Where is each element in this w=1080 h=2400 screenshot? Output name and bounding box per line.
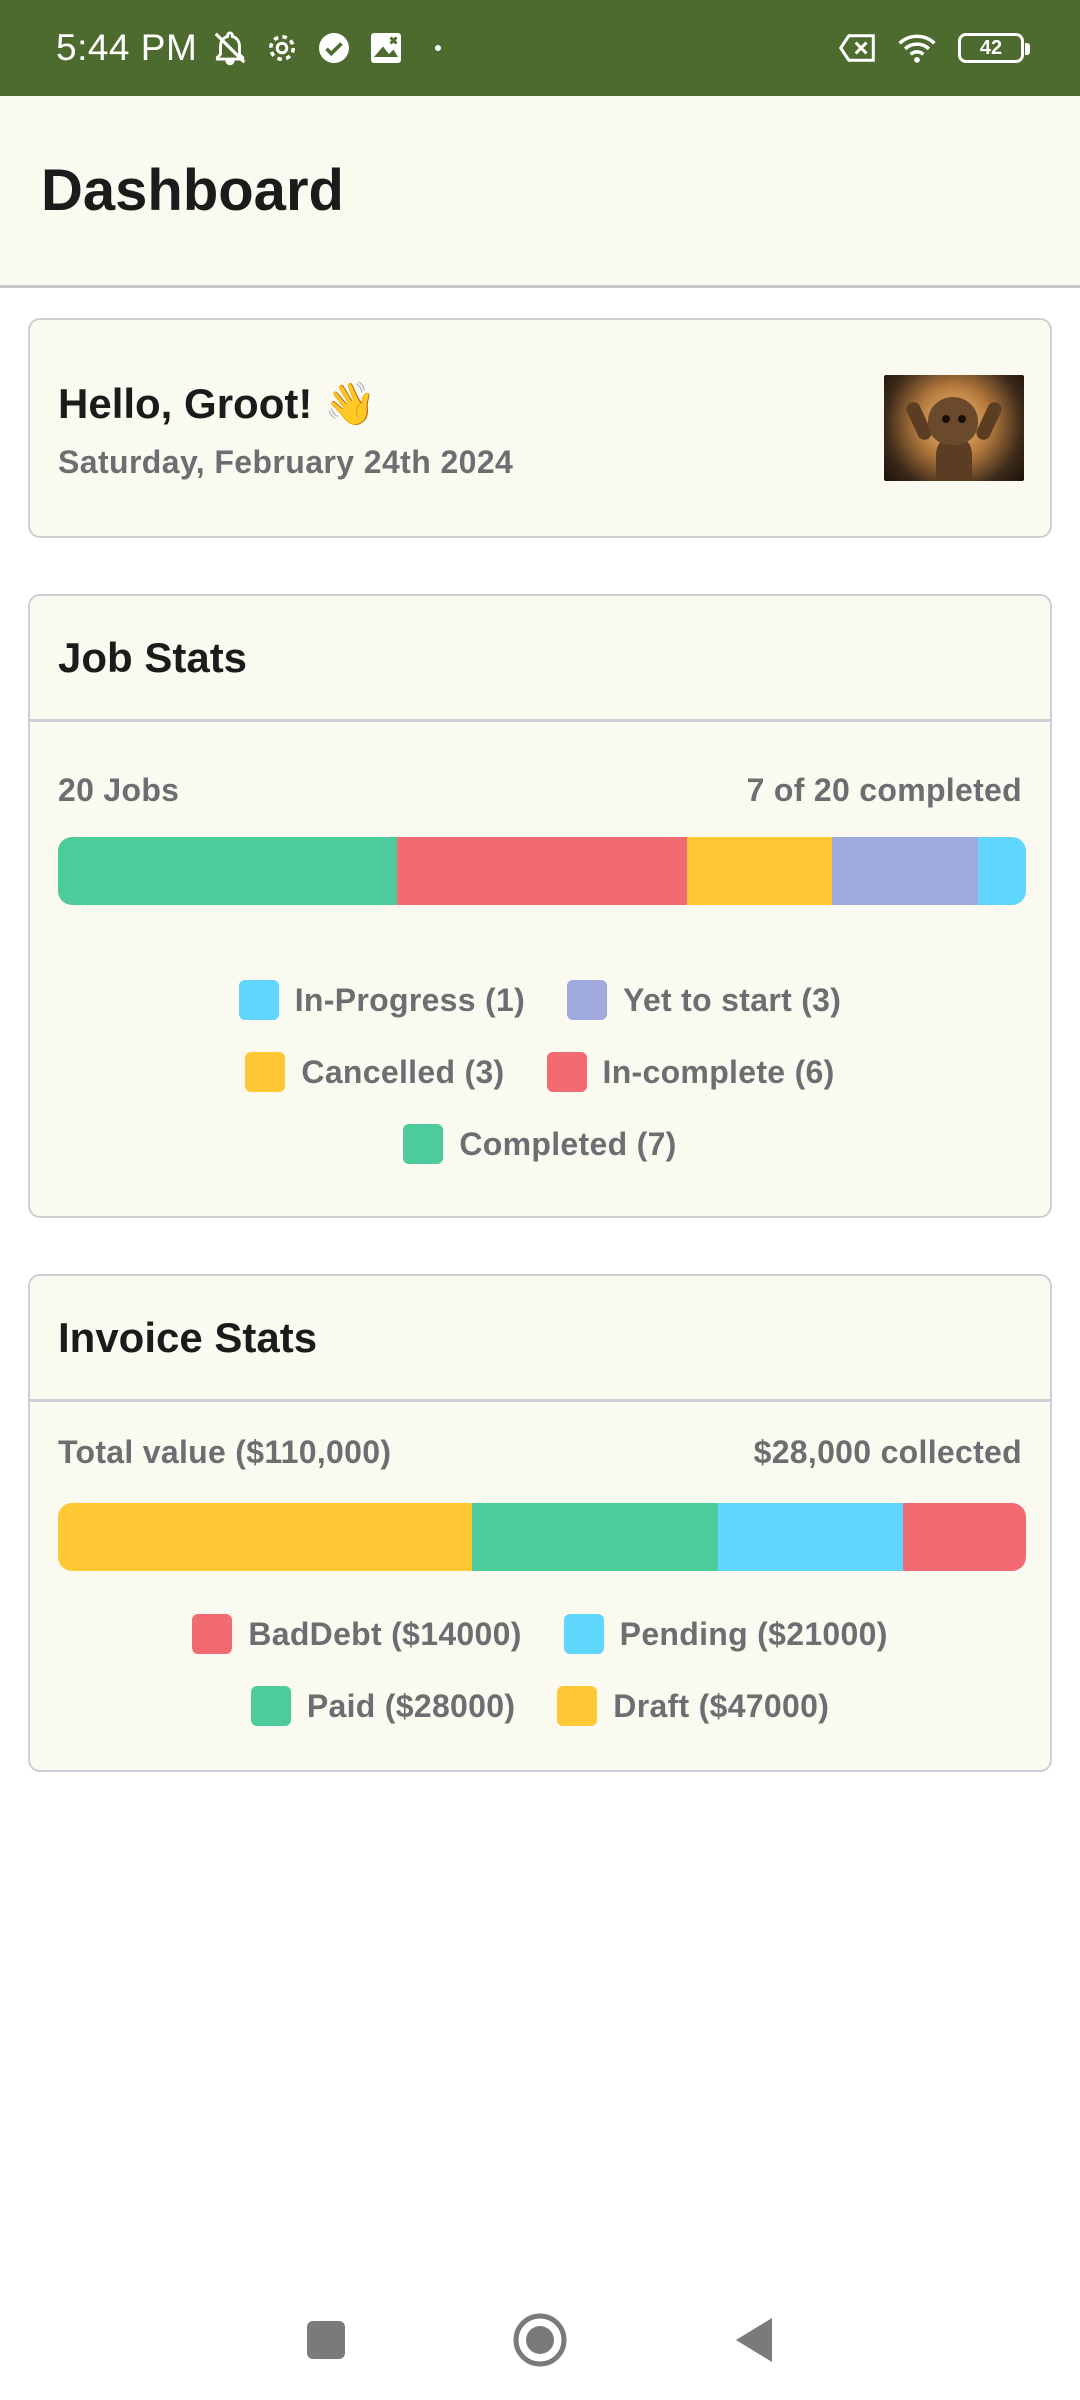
status-time: 5:44 PM bbox=[56, 27, 198, 68]
invoice-legend-item: BadDebt ($14000) bbox=[192, 1614, 521, 1654]
job-stats-card: Job Stats 20 Jobs 7 of 20 completed In-P… bbox=[28, 594, 1052, 1218]
job-legend-item: In-Progress (1) bbox=[238, 980, 526, 1020]
invoice-collected: $28,000 collected bbox=[753, 1434, 1022, 1470]
job-legend-row: Cancelled (3) In-complete (6) bbox=[245, 1052, 834, 1092]
greeting-card: Hello, Groot! 👋 Saturday, February 24th … bbox=[28, 318, 1052, 538]
invoice-segment-paid bbox=[471, 1503, 718, 1571]
back-button[interactable] bbox=[722, 2308, 786, 2372]
status-right: 42 bbox=[838, 29, 1030, 67]
job-legend-item: Cancelled (3) bbox=[245, 1052, 504, 1092]
legend-label: Paid ($28000) bbox=[306, 1687, 516, 1724]
avatar-head bbox=[928, 397, 978, 445]
invoice-legend-row: BadDebt ($14000) Pending ($21000) bbox=[192, 1614, 887, 1654]
job-legend-row: In-Progress (1) Yet to start (3) bbox=[238, 980, 842, 1020]
legend-label: In-complete (6) bbox=[602, 1053, 835, 1090]
invoice-legend-item: Paid ($28000) bbox=[250, 1686, 516, 1726]
invoice-legend-row: Paid ($28000) Draft ($47000) bbox=[250, 1686, 829, 1726]
invoice-segment-baddebt bbox=[902, 1503, 1026, 1571]
avatar-eye-right bbox=[958, 415, 966, 423]
legend-swatch bbox=[563, 1614, 604, 1654]
avatar-arm-right bbox=[974, 399, 1004, 443]
notifications-off-icon bbox=[211, 29, 249, 67]
legend-label: Draft ($47000) bbox=[613, 1687, 830, 1724]
page-title: Dashboard bbox=[41, 158, 344, 223]
circle-icon bbox=[513, 2313, 567, 2367]
invoice-stats-header: Invoice Stats bbox=[30, 1276, 1050, 1402]
no-sim-icon bbox=[838, 29, 876, 67]
legend-swatch bbox=[250, 1686, 291, 1726]
job-stats-summary: 20 Jobs 7 of 20 completed bbox=[58, 772, 1022, 809]
app-bar: Dashboard bbox=[0, 96, 1080, 288]
job-segment-yet-to-start bbox=[832, 837, 978, 905]
greeting-date: Saturday, February 24th 2024 bbox=[58, 444, 514, 480]
legend-swatch bbox=[245, 1052, 286, 1092]
legend-label: In-Progress (1) bbox=[294, 981, 526, 1018]
invoice-segment-pending bbox=[717, 1503, 903, 1571]
dot-icon bbox=[419, 29, 457, 67]
legend-label: Cancelled (3) bbox=[301, 1053, 505, 1090]
back-triangle-icon bbox=[736, 2318, 772, 2362]
job-stats-header: Job Stats bbox=[30, 596, 1050, 722]
avatar-eye-left bbox=[942, 415, 950, 423]
recents-button[interactable] bbox=[294, 2308, 358, 2372]
square-icon bbox=[307, 2321, 345, 2359]
jobs-completed: 7 of 20 completed bbox=[746, 772, 1022, 808]
legend-swatch bbox=[557, 1686, 598, 1726]
job-segment-in-progress bbox=[977, 837, 1026, 905]
legend-label: Completed (7) bbox=[459, 1125, 677, 1162]
check-circle-icon bbox=[315, 29, 353, 67]
legend-label: Yet to start (3) bbox=[623, 981, 842, 1018]
legend-swatch bbox=[546, 1052, 587, 1092]
battery-level: 42 bbox=[979, 36, 1003, 59]
job-legend-row: Completed (7) bbox=[403, 1124, 676, 1164]
job-stats-title: Job Stats bbox=[58, 633, 248, 681]
legend-swatch bbox=[567, 980, 608, 1020]
wifi-icon bbox=[898, 29, 936, 67]
invoice-segment-draft bbox=[58, 1503, 472, 1571]
job-segment-completed bbox=[58, 837, 397, 905]
legend-swatch bbox=[192, 1614, 233, 1654]
invoice-legend: BadDebt ($14000) Pending ($21000) Paid ($2… bbox=[30, 1614, 1050, 1726]
legend-swatch bbox=[403, 1124, 444, 1164]
battery-icon: 42 bbox=[958, 33, 1030, 63]
jobs-total: 20 Jobs bbox=[58, 772, 180, 808]
job-segment-in-complete bbox=[396, 837, 688, 905]
job-legend-item: Yet to start (3) bbox=[567, 980, 841, 1020]
image-icon bbox=[367, 29, 405, 67]
invoice-stats-card: Invoice Stats Total value ($110,000) $28… bbox=[28, 1274, 1052, 1772]
invoice-stacked-bar bbox=[58, 1503, 1026, 1571]
status-left: 5:44 PM bbox=[56, 27, 457, 69]
invoice-total: Total value ($110,000) bbox=[58, 1434, 392, 1470]
job-stacked-bar bbox=[58, 837, 1026, 905]
job-legend-item: In-complete (6) bbox=[546, 1052, 835, 1092]
status-bar: 5:44 PM 42 bbox=[0, 0, 1080, 96]
legend-label: BadDebt ($14000) bbox=[248, 1615, 522, 1652]
avatar[interactable] bbox=[884, 375, 1024, 481]
legend-swatch bbox=[238, 980, 279, 1020]
invoice-stats-title: Invoice Stats bbox=[58, 1313, 318, 1361]
job-legend: In-Progress (1) Yet to start (3) Cancelled… bbox=[30, 980, 1050, 1164]
job-segment-cancelled bbox=[687, 837, 833, 905]
home-button[interactable] bbox=[508, 2308, 572, 2372]
invoice-legend-item: Pending ($21000) bbox=[563, 1614, 888, 1654]
invoice-legend-item: Draft ($47000) bbox=[557, 1686, 829, 1726]
navigation-bar bbox=[0, 2280, 1080, 2400]
greeting-title: Hello, Groot! 👋 bbox=[58, 380, 377, 427]
gear-icon bbox=[263, 29, 301, 67]
legend-label: Pending ($21000) bbox=[619, 1615, 888, 1652]
job-legend-item: Completed (7) bbox=[403, 1124, 676, 1164]
invoice-stats-summary: Total value ($110,000) $28,000 collected bbox=[58, 1434, 1022, 1471]
